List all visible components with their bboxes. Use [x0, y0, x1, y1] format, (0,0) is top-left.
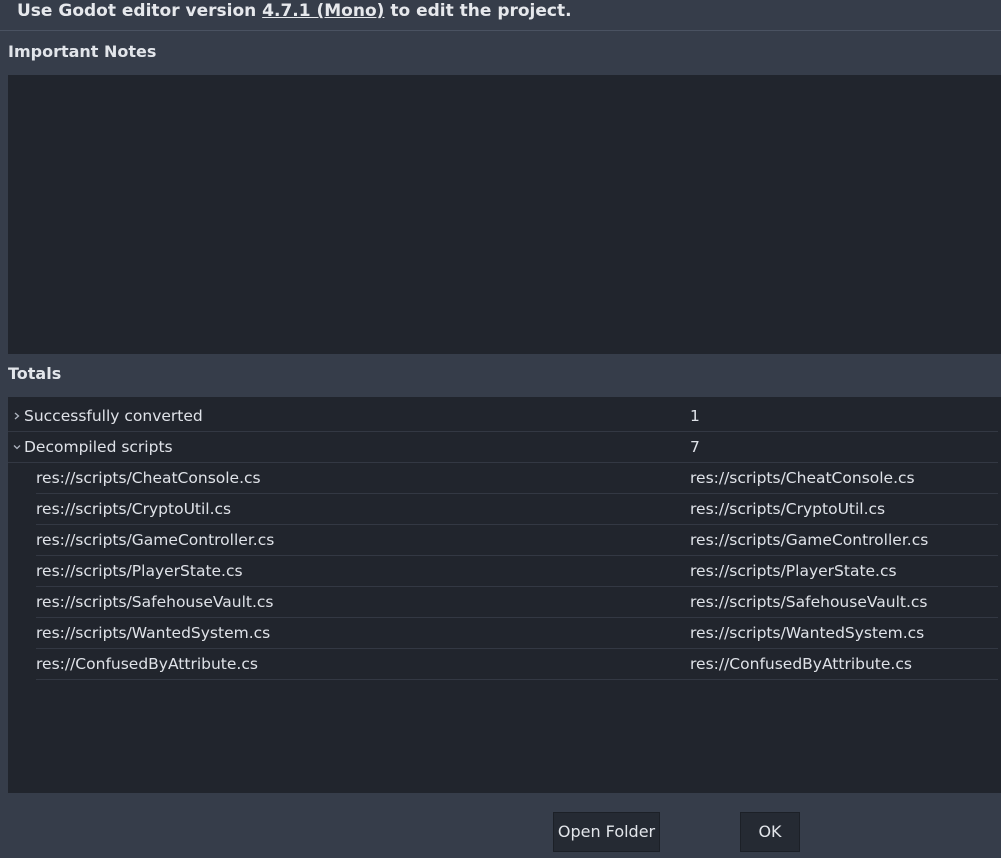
tree-item-count: 7: [690, 438, 700, 456]
version-message-prefix: Use Godot editor version: [17, 1, 263, 21]
script-output-path: res://scripts/SafehouseVault.cs: [690, 593, 928, 611]
script-source-path: res://scripts/CheatConsole.cs: [36, 469, 261, 487]
script-output-path: res://scripts/CryptoUtil.cs: [690, 500, 886, 518]
tree-item-decompiled-scripts[interactable]: Decompiled scripts 7: [8, 432, 998, 463]
script-source-path: res://ConfusedByAttribute.cs: [36, 655, 258, 673]
script-output-path: res://scripts/WantedSystem.cs: [690, 624, 925, 642]
ok-button[interactable]: OK: [740, 812, 800, 852]
script-source-path: res://scripts/PlayerState.cs: [36, 562, 243, 580]
version-message-suffix: to edit the project.: [384, 1, 572, 21]
script-source-path: res://scripts/SafehouseVault.cs: [36, 593, 274, 611]
script-output-path: res://scripts/CheatConsole.cs: [690, 469, 915, 487]
tree-item-label: Decompiled scripts: [24, 438, 173, 456]
totals-label: Totals: [8, 364, 62, 383]
script-source-path: res://scripts/GameController.cs: [36, 531, 275, 549]
script-source-path: res://scripts/WantedSystem.cs: [36, 624, 271, 642]
script-output-path: res://scripts/GameController.cs: [690, 531, 929, 549]
editor-version-link[interactable]: 4.7.1 (Mono): [262, 1, 384, 21]
important-notes-label: Important Notes: [8, 42, 157, 61]
open-folder-button[interactable]: Open Folder: [553, 812, 660, 852]
tree-item-label: Successfully converted: [24, 407, 203, 425]
important-notes-panel: [8, 75, 1001, 354]
chevron-right-icon[interactable]: [12, 411, 22, 421]
editor-version-message: Use Godot editor version 4.7.1 (Mono) to…: [17, 0, 572, 22]
tree-item-script[interactable]: res://scripts/GameController.cs res://sc…: [36, 525, 998, 556]
script-source-path: res://scripts/CryptoUtil.cs: [36, 500, 232, 518]
tree-item-script[interactable]: res://scripts/CryptoUtil.cs res://script…: [36, 494, 998, 525]
tree-item-script[interactable]: res://scripts/PlayerState.cs res://scrip…: [36, 556, 998, 587]
tree-item-script[interactable]: res://ConfusedByAttribute.cs res://Confu…: [36, 649, 998, 680]
tree-item-script[interactable]: res://scripts/WantedSystem.cs res://scri…: [36, 618, 998, 649]
header-bar: Use Godot editor version 4.7.1 (Mono) to…: [0, 0, 1001, 31]
tree-item-script[interactable]: res://scripts/CheatConsole.cs res://scri…: [36, 463, 998, 494]
tree-item-successfully-converted[interactable]: Successfully converted 1: [8, 401, 998, 432]
chevron-down-icon[interactable]: [12, 442, 22, 452]
script-output-path: res://scripts/PlayerState.cs: [690, 562, 897, 580]
script-output-path: res://ConfusedByAttribute.cs: [690, 655, 912, 673]
tree-item-script[interactable]: res://scripts/SafehouseVault.cs res://sc…: [36, 587, 998, 618]
tree-item-count: 1: [690, 407, 700, 425]
